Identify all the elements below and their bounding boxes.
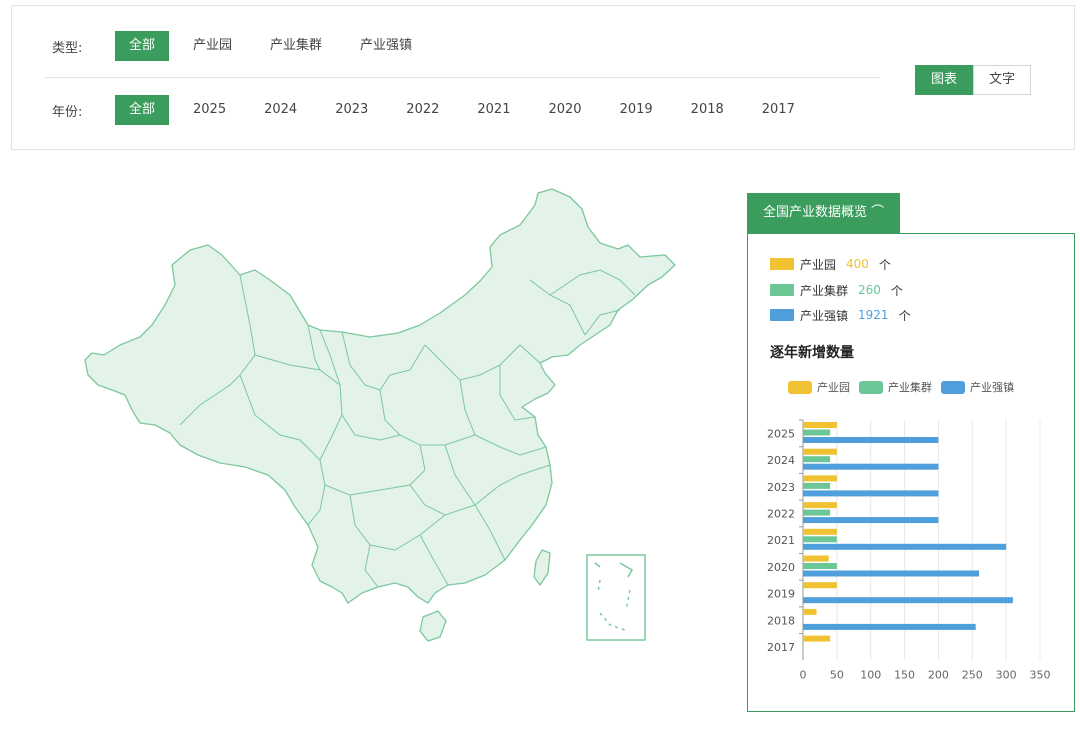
year-option-2024[interactable]: 2024: [250, 95, 311, 125]
stat-value: 400: [846, 257, 869, 271]
x-tick-label: 200: [928, 668, 949, 681]
map-mainland[interactable]: [84, 188, 676, 604]
overview-panel: 产业园 400 个 产业集群 260 个 产业强镇 1921 个 逐年新增数量 …: [747, 233, 1075, 712]
x-tick-label: 100: [860, 668, 881, 681]
bar-产业强镇-2021: [803, 543, 1007, 550]
year-option-2021[interactable]: 2021: [463, 95, 524, 125]
stat-name: 产业园: [800, 257, 837, 272]
chart-view-button[interactable]: 图表: [915, 65, 973, 95]
stat-unit: 个: [898, 308, 911, 323]
legend-swatch: [788, 380, 812, 394]
china-map: [80, 185, 680, 650]
bar-产业强镇-2019: [803, 597, 1013, 604]
bar-产业园-2021: [803, 528, 837, 535]
town-swatch: [770, 309, 794, 321]
map-hainan[interactable]: [419, 610, 447, 642]
stat-row-park: 产业园 400 个: [770, 255, 891, 273]
china-map-svg: [84, 188, 676, 642]
type-option-park[interactable]: 产业园: [179, 31, 246, 61]
legend-item-town[interactable]: 产业强镇: [941, 379, 1014, 395]
view-toggle: 图表 文字: [915, 65, 1031, 95]
year-option-all[interactable]: 全部: [115, 95, 170, 125]
overview-tab[interactable]: 全国产业数据概览 ⌒: [747, 193, 901, 233]
bar-产业园-2023: [803, 475, 837, 482]
x-tick-label: 300: [996, 668, 1017, 681]
bar-产业集群-2022: [803, 509, 831, 516]
legend-swatch: [859, 380, 883, 394]
x-tick-label: 150: [894, 668, 915, 681]
bar-产业园-2024: [803, 448, 837, 455]
legend-item-cluster[interactable]: 产业集群: [859, 379, 932, 395]
bar-产业园-2019: [803, 582, 837, 589]
y-tick-label: 2019: [767, 588, 795, 601]
x-tick-label: 350: [1030, 668, 1051, 681]
type-filter-label: 类型:: [52, 40, 83, 56]
legend-item-park[interactable]: 产业园: [788, 379, 850, 395]
year-option-2019[interactable]: 2019: [606, 95, 667, 125]
type-option-town[interactable]: 产业强镇: [346, 31, 426, 61]
y-tick-label: 2017: [767, 641, 795, 654]
year-filter-row: 年份: 全部 2025 2024 2023 2022 2021 2020 201…: [52, 95, 819, 125]
type-option-cluster[interactable]: 产业集群: [256, 31, 336, 61]
year-option-2023[interactable]: 2023: [321, 95, 382, 125]
y-tick-label: 2021: [767, 534, 795, 547]
south-china-sea-inset: [586, 554, 646, 641]
bar-产业集群-2020: [803, 563, 837, 569]
bar-产业园-2018: [803, 608, 817, 615]
text-view-button[interactable]: 文字: [973, 65, 1031, 95]
bar-产业强镇-2025: [803, 437, 939, 443]
year-option-2017[interactable]: 2017: [748, 95, 809, 125]
legend-label: 产业园: [817, 381, 850, 394]
x-tick-label: 0: [800, 668, 807, 681]
bar-产业集群-2023: [803, 482, 831, 489]
year-option-2018[interactable]: 2018: [677, 95, 738, 125]
filter-panel: 类型: 全部 产业园 产业集群 产业强镇 年份: 全部 2025 2024 20…: [11, 5, 1075, 150]
filter-divider: [45, 77, 880, 78]
y-tick-label: 2020: [767, 561, 795, 574]
bar-产业园-2025: [803, 422, 837, 428]
bar-产业强镇-2018: [803, 623, 976, 630]
bar-产业园-2022: [803, 502, 837, 509]
stat-name: 产业强镇: [800, 308, 849, 323]
legend-label: 产业集群: [888, 381, 932, 394]
year-filter-label: 年份:: [52, 104, 83, 120]
type-option-all[interactable]: 全部: [115, 31, 170, 61]
legend-swatch: [941, 380, 965, 394]
stat-value: 260: [858, 283, 881, 297]
x-tick-label: 50: [830, 668, 844, 681]
bar-产业强镇-2020: [803, 570, 980, 577]
y-tick-label: 2025: [767, 427, 795, 440]
stat-row-cluster: 产业集群 260 个: [770, 281, 903, 299]
stat-row-town: 产业强镇 1921 个: [770, 306, 911, 324]
chart-legend: 产业园 产业集群 产业强镇: [788, 379, 1023, 395]
bar-产业强镇-2022: [803, 517, 939, 524]
bar-chart: 0 50 100 150 200 250 300 350 2025 2024 2023 2022 202…: [767, 419, 1051, 681]
y-tick-label: 2022: [767, 507, 795, 520]
park-swatch: [770, 258, 794, 270]
y-tick-label: 2018: [767, 614, 795, 627]
stat-unit: 个: [878, 257, 891, 272]
bar-产业集群-2024: [803, 456, 831, 463]
stat-unit: 个: [890, 283, 903, 298]
chart-title: 逐年新增数量: [770, 345, 854, 361]
x-tick-label: 250: [962, 668, 983, 681]
stat-name: 产业集群: [800, 283, 849, 298]
bar-产业强镇-2023: [803, 490, 939, 497]
y-tick-label: 2024: [767, 454, 795, 467]
year-option-2022[interactable]: 2022: [392, 95, 453, 125]
type-filter-row: 类型: 全部 产业园 产业集群 产业强镇: [52, 31, 436, 61]
y-tick-label: 2023: [767, 481, 795, 494]
bar-产业强镇-2024: [803, 463, 939, 470]
year-option-2020[interactable]: 2020: [534, 95, 595, 125]
stat-value: 1921: [858, 308, 889, 322]
bar-产业园-2020: [803, 555, 829, 562]
map-taiwan[interactable]: [533, 549, 551, 586]
bar-产业园-2017: [803, 635, 831, 642]
legend-label: 产业强镇: [970, 381, 1014, 394]
year-option-2025[interactable]: 2025: [179, 95, 240, 125]
cluster-swatch: [770, 284, 794, 296]
bar-产业集群-2021: [803, 536, 837, 543]
bar-产业集群-2025: [803, 429, 831, 436]
